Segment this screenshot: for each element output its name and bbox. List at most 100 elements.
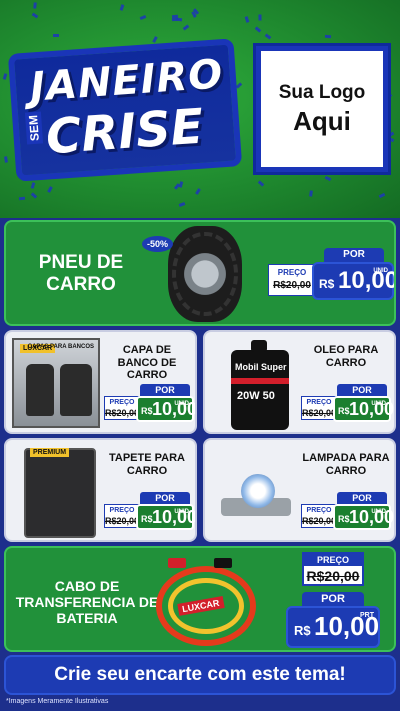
unit: PRT (360, 612, 374, 619)
title-crise: CRISE (44, 98, 206, 166)
brand-label: Mobil Super (235, 362, 287, 372)
confetti-piece (309, 190, 313, 197)
old-price: R$20,00 (105, 516, 140, 526)
new-price-box: R$ 10,00 UNID (333, 504, 394, 530)
price-block: POR PREÇO R$20,00 R$ 10,00 UNID (301, 384, 394, 424)
product-name: OLEO PARA CARRO (313, 344, 379, 369)
product-name: TAPETE PARA CARRO (109, 452, 185, 477)
unit: UNID (371, 509, 386, 515)
confetti-piece (182, 24, 190, 31)
box-label: PREMIUM (30, 448, 70, 457)
product-name: PNEU DE CARRO (38, 252, 124, 295)
confetti-piece (139, 14, 147, 21)
confetti-piece (119, 4, 125, 11)
black-clamp-icon (214, 558, 232, 568)
new-price-box: R$ 10,00 UNID (312, 262, 394, 300)
product-card-capa[interactable]: LUXCAR CAPAS PARA BANCOS CAPA DE BANCO D… (4, 330, 197, 434)
product-name: LAMPADA PARA CARRO (302, 452, 390, 477)
headlight-bulb-icon (211, 468, 301, 528)
confetti-piece (33, 2, 37, 9)
confetti-piece (324, 175, 332, 182)
old-price: R$20,00 (273, 280, 311, 291)
unit: UNID (373, 268, 388, 274)
currency: R$ (338, 514, 350, 524)
confetti-piece (178, 202, 186, 207)
por-label: POR (140, 384, 190, 396)
confetti-piece (47, 186, 53, 193)
bulb-glass (241, 474, 275, 508)
confetti-piece (324, 34, 332, 39)
unit: UNID (371, 401, 386, 407)
new-price-box: R$ 10,00 UNID (136, 396, 195, 422)
confetti-piece (244, 16, 250, 23)
product-name: CAPA DE BANCO DE CARRO (117, 344, 177, 382)
old-price-box: PREÇO R$20,00 (104, 396, 140, 420)
old-price: R$20,00 (306, 568, 360, 584)
product-card-pneu[interactable]: PNEU DE CARRO -50% PREÇO R$20,00 POR R$ … (4, 220, 396, 326)
title-sem: SEM (24, 111, 44, 145)
bottle-stripe (231, 378, 289, 384)
por-label: POR (302, 592, 364, 606)
confetti-piece (53, 34, 59, 37)
seat-shape (26, 364, 54, 416)
logo-placeholder[interactable]: Sua Logo Aqui (256, 46, 388, 172)
seat-shape (60, 364, 92, 416)
car-mat-icon: PREMIUM (24, 448, 96, 538)
preco-label: PREÇO (306, 399, 332, 406)
por-label: POR (140, 492, 190, 504)
confetti-piece (195, 188, 201, 195)
tire-icon (168, 226, 242, 322)
unit: UNID (174, 509, 189, 515)
confetti-piece (171, 17, 179, 22)
price-block: POR PREÇO R$20,00 R$ 10,00 UNID (301, 492, 394, 532)
product-card-lampada[interactable]: LAMPADA PARA CARRO POR PREÇO R$20,00 R$ … (203, 438, 396, 542)
por-label: POR (337, 492, 387, 504)
confetti-piece (31, 12, 39, 19)
confetti-piece (387, 136, 395, 143)
unit: UNID (174, 401, 189, 407)
confetti-piece (18, 196, 26, 201)
confetti-piece (257, 180, 265, 187)
new-price-box: R$ 10,00 PRT (286, 606, 380, 648)
currency: R$ (294, 623, 311, 638)
cta-banner[interactable]: Crie seu encarte com este tema! (4, 655, 396, 695)
viscosity-label: 20W 50 (237, 390, 275, 402)
disclaimer-text: *Imagens Meramente Ilustrativas (6, 698, 109, 705)
price-block: POR PREÇO R$20,00 R$ 10,00 UNID (104, 492, 195, 532)
confetti-piece (171, 14, 179, 19)
old-price: R$20,00 (302, 516, 337, 526)
confetti-piece (378, 192, 386, 199)
box-label: CAPAS PARA BANCOS (27, 344, 94, 350)
bottle-cap (251, 340, 267, 352)
confetti-piece (2, 73, 8, 80)
por-label: POR (324, 248, 384, 262)
confetti-piece (30, 192, 38, 199)
oil-bottle-icon: Mobil Super 20W 50 (231, 340, 289, 430)
confetti-piece (264, 33, 272, 40)
header-banner: JANEIRO SEM CRISE Sua Logo Aqui (0, 0, 400, 218)
new-price-box: R$ 10,00 UNID (136, 504, 195, 530)
preco-label: PREÇO (277, 268, 307, 277)
logo-text-line1: Sua Logo (278, 81, 366, 103)
old-price-box: PREÇO R$20,00 (301, 504, 337, 528)
product-card-cabo[interactable]: CABO DE TRANSFERENCIA DE BATERIA LUXCAR … (4, 546, 396, 652)
currency: R$ (338, 406, 350, 416)
logo-text-line2: Aqui (293, 105, 351, 136)
price-block: POR PREÇO R$20,00 R$ 10,00 UNID (104, 384, 195, 424)
new-price-box: R$ 10,00 UNID (333, 396, 394, 422)
currency: R$ (141, 406, 153, 416)
discount-badge: -50% (142, 236, 174, 252)
product-card-oleo[interactable]: Mobil Super 20W 50 OLEO PARA CARRO POR P… (203, 330, 396, 434)
product-card-tapete[interactable]: PREMIUM TAPETE PARA CARRO POR PREÇO R$20… (4, 438, 197, 542)
old-price-box: PREÇO R$20,00 (302, 552, 364, 586)
currency: R$ (141, 514, 153, 524)
old-price-box: PREÇO R$20,00 (301, 396, 337, 420)
confetti-piece (258, 14, 262, 21)
preco-label: PREÇO (109, 507, 135, 514)
preco-label: PREÇO (306, 507, 332, 514)
por-label: POR (337, 384, 387, 396)
confetti-piece (254, 26, 262, 33)
preco-label: PREÇO (109, 399, 135, 406)
seat-cover-icon: LUXCAR CAPAS PARA BANCOS (12, 338, 100, 428)
old-price-box: PREÇO R$20,00 (104, 504, 140, 528)
